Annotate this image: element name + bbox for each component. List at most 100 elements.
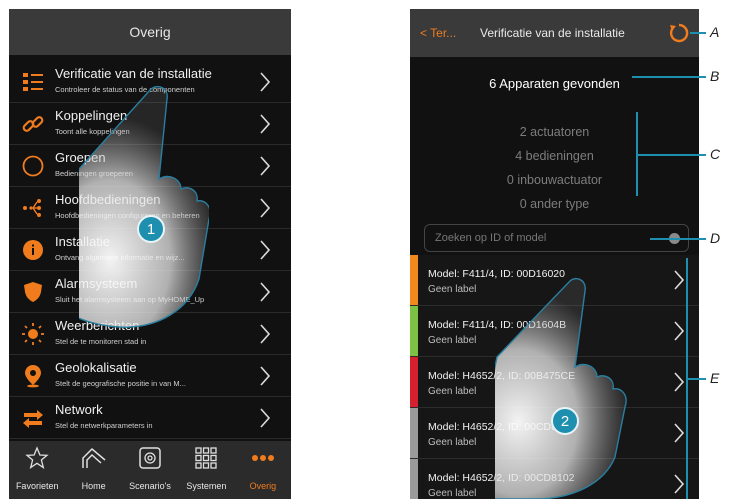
menu-item-title: Installatie	[55, 234, 110, 249]
menu-item-subtitle: Hoofdbedieningen configureren en beheren	[55, 211, 200, 220]
callout-label-b: B	[710, 68, 720, 84]
device-model: Model: F411/4, ID: 00D16020	[428, 268, 565, 280]
callout-line-c	[638, 154, 706, 156]
menu-item-alarmsysteem[interactable]: Alarmsysteem Sluit het alarmsysteem aan …	[9, 271, 291, 313]
callout-line-a	[690, 32, 706, 34]
back-label: Ter...	[430, 26, 457, 40]
tutorial-figure: Overig Verificatie van de installatie Co…	[0, 0, 733, 499]
chevron-right-icon	[259, 197, 271, 224]
menu-item-weerberichten[interactable]: Weerberichten Stel de te monitoren stad …	[9, 313, 291, 355]
chevron-right-icon	[673, 269, 685, 296]
chevron-right-icon	[673, 320, 685, 347]
chevron-right-icon	[259, 113, 271, 140]
menu-item-subtitle: Stelt de geografische positie in van M..…	[55, 379, 186, 388]
menu-item-title: Geolokalisatie	[55, 360, 137, 375]
device-model: Model: H4652/2, ID: 00CD8102	[428, 472, 575, 484]
grid-icon	[194, 446, 218, 475]
stat-inbouwactuator: 0 inbouwactuator	[506, 173, 603, 187]
chevron-right-icon	[259, 407, 271, 434]
device-row[interactable]: Model: H4652/2, ID: 00CD8102 Geen label	[410, 459, 699, 499]
more-dots-icon	[250, 446, 276, 475]
nav-label: Overig	[249, 481, 277, 491]
menu-item-title: Weerberichten	[55, 318, 140, 333]
menu-item-title: Verificatie van de installatie	[55, 66, 212, 81]
nav-label: Scenario's	[129, 481, 171, 491]
menu-item-verificatie[interactable]: Verificatie van de installatie Controlee…	[9, 61, 291, 103]
device-row[interactable]: Model: H4652/2, ID: 00B475CE Geen label	[410, 357, 699, 408]
menu-item-koppelingen[interactable]: Koppelingen Toont alle koppelingen	[9, 103, 291, 145]
home-icon	[81, 446, 107, 475]
chevron-right-icon	[673, 371, 685, 398]
chevron-right-icon	[259, 323, 271, 350]
callout-label-d: D	[710, 230, 721, 246]
chevron-right-icon	[259, 155, 271, 182]
bottom-navigation: Favorieten Home Scenario's Systemen Over…	[9, 441, 291, 499]
menu-item-subtitle: Toont alle koppelingen	[55, 127, 130, 136]
device-label: Geen label	[428, 386, 477, 397]
chevron-right-icon	[673, 473, 685, 499]
device-row[interactable]: Model: F411/4, ID: 00D1604B Geen label	[410, 306, 699, 357]
stat-bedieningen: 4 bedieningen	[515, 149, 594, 163]
device-color-bar	[410, 306, 418, 356]
nav-label: Systemen	[186, 481, 227, 491]
checklist-icon	[21, 70, 45, 94]
menu-item-network[interactable]: Network Stel de netwerkparameters in	[9, 397, 291, 439]
link-icon	[21, 112, 45, 136]
nav-scenarios[interactable]: Scenario's	[122, 441, 178, 499]
step-badge-1: 1	[137, 215, 165, 243]
device-type-summary: 2 actuatoren 4 bedieningen 0 inbouwactua…	[410, 120, 699, 216]
screen-header: < Ter... Verificatie van de installatie	[410, 9, 699, 57]
device-label: Geen label	[428, 335, 477, 346]
menu-item-title: Groepen	[55, 150, 106, 165]
nav-overig[interactable]: Overig	[235, 441, 291, 499]
device-row[interactable]: Model: F411/4, ID: 00D16020 Geen label	[410, 255, 699, 306]
device-color-bar	[410, 255, 418, 305]
menu-item-subtitle: Stel de netwerkparameters in	[55, 421, 153, 430]
menu-item-subtitle: Bedieningen groeperen	[55, 169, 133, 178]
menu-item-subtitle: Sluit het alarmsysteem aan op MyHOME_Up	[55, 295, 205, 304]
nav-label: Home	[81, 481, 106, 491]
refresh-button[interactable]	[669, 23, 689, 48]
chevron-right-icon	[259, 365, 271, 392]
menu-item-groepen[interactable]: Groepen Bedieningen groeperen	[9, 145, 291, 187]
device-label: Geen label	[428, 284, 477, 295]
info-icon	[21, 238, 45, 262]
device-label: Geen label	[428, 437, 477, 448]
device-label: Geen label	[428, 488, 477, 499]
nav-favorieten[interactable]: Favorieten	[9, 441, 65, 499]
verificatie-screen: < Ter... Verificatie van de installatie …	[410, 9, 699, 499]
device-model: Model: F411/4, ID: 00D1604B	[428, 319, 567, 331]
callout-label-a: A	[710, 24, 720, 40]
menu-item-subtitle: Controleer de status van de componenten	[55, 85, 195, 94]
menu-item-title: Alarmsysteem	[55, 276, 138, 291]
device-model: Model: H4652/2, ID: 00B475CE	[428, 370, 576, 382]
device-list: Model: F411/4, ID: 00D16020 Geen label M…	[410, 255, 699, 499]
chevron-right-icon	[259, 281, 271, 308]
callout-label-c: C	[710, 146, 721, 162]
devices-found-count: 6 Apparaten gevonden	[489, 76, 620, 91]
shield-icon	[21, 280, 45, 304]
location-pin-icon	[21, 364, 45, 388]
menu-item-geolokalisatie[interactable]: Geolokalisatie Stelt de geografische pos…	[9, 355, 291, 397]
device-color-bar	[410, 459, 418, 499]
nav-label: Favorieten	[15, 481, 59, 491]
menu-item-subtitle: Ontvang algemene informatie en wijz...	[55, 253, 185, 262]
chevron-right-icon	[673, 422, 685, 449]
menu-item-subtitle: Stel de te monitoren stad in	[55, 337, 147, 346]
nav-home[interactable]: Home	[65, 441, 121, 499]
callout-line-d	[650, 238, 706, 240]
overig-screen: Overig Verificatie van de installatie Co…	[9, 9, 291, 499]
refresh-icon	[669, 23, 689, 43]
stat-actuatoren: 2 actuatoren	[519, 125, 590, 139]
nav-systemen[interactable]: Systemen	[178, 441, 234, 499]
menu-item-title: Koppelingen	[55, 108, 128, 123]
screen-header: Overig	[9, 9, 291, 55]
screen-title: Verificatie van de installatie	[480, 26, 625, 40]
scenario-icon	[138, 446, 162, 475]
chevron-right-icon	[259, 239, 271, 266]
search-input[interactable]	[425, 225, 688, 251]
settings-list: Verificatie van de installatie Controlee…	[9, 61, 291, 439]
callout-line-e	[688, 378, 706, 380]
back-button[interactable]: < Ter...	[420, 26, 456, 40]
star-icon	[25, 446, 49, 475]
